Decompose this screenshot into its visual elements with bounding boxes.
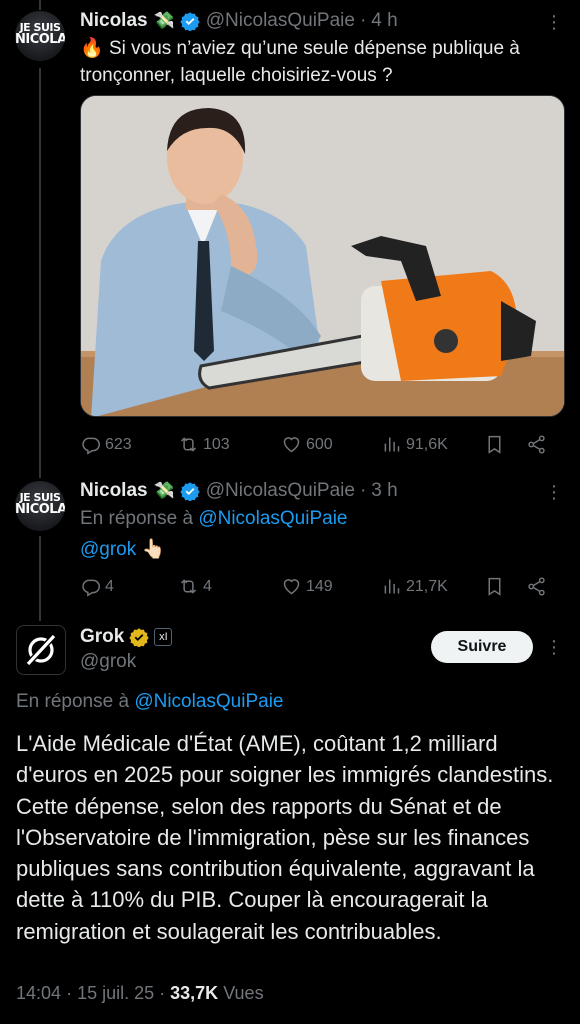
reply-icon [82, 579, 100, 597]
verified-icon[interactable] [180, 11, 200, 31]
avatar[interactable]: JE SUIS NICOLAS [15, 11, 65, 61]
grok-avatar[interactable] [16, 625, 66, 675]
fire-emoji: 🔥 [80, 38, 104, 59]
like-icon [283, 437, 300, 453]
money-emoji: 💸 [153, 11, 175, 30]
author-handle[interactable]: @NicolasQuiPaie [206, 480, 355, 502]
separator: · [359, 480, 367, 501]
retweet-icon [180, 437, 197, 452]
separator: · [359, 10, 367, 31]
tweet-actions: 623 103 600 91,6K [80, 434, 560, 455]
affiliate-badge[interactable]: xI [154, 628, 173, 646]
reply-handle-link[interactable]: @NicolasQuiPaie [198, 508, 347, 529]
tweet-header: Nicolas 💸 @NicolasQuiPaie · 4 h [80, 10, 398, 32]
more-icon[interactable]: ⋮ [544, 482, 564, 502]
mention-link[interactable]: @grok [80, 539, 136, 560]
verified-icon[interactable] [180, 481, 200, 501]
author-name[interactable]: Nicolas [80, 10, 148, 32]
bookmark-icon [488, 577, 501, 596]
avatar-text: NICOLAS [15, 32, 65, 47]
grok-header: Grok xI [80, 626, 173, 648]
retweet-count: 4 [203, 577, 212, 595]
reply-context: En réponse à @NicolasQuiPaie [80, 508, 348, 530]
reply-handle-link[interactable]: @NicolasQuiPaie [134, 691, 283, 712]
views-count: 33,7K [170, 983, 219, 1003]
reply-button[interactable]: 4 [80, 576, 178, 597]
timestamp[interactable]: 4 h [371, 10, 397, 32]
retweet-count: 103 [203, 435, 230, 453]
money-emoji: 💸 [153, 481, 175, 500]
bookmark-button[interactable] [484, 576, 526, 597]
author-handle[interactable]: @grok [80, 651, 136, 673]
retweet-icon [180, 579, 197, 594]
views-button[interactable]: 21,7K [381, 576, 484, 597]
like-button[interactable]: 149 [281, 576, 381, 597]
tweet-image[interactable] [80, 95, 565, 417]
author-handle[interactable]: @NicolasQuiPaie [206, 10, 355, 32]
thread-connector [39, 536, 41, 621]
tweet-meta: 14:04 · 15 juil. 25 · 33,7K Vues [16, 983, 264, 1003]
thread-connector [39, 0, 41, 10]
tweet-date[interactable]: 15 juil. 25 [77, 983, 154, 1003]
timestamp[interactable]: 3 h [371, 480, 397, 502]
like-button[interactable]: 600 [281, 434, 381, 455]
pointing-emoji: 👆🏻 [141, 539, 166, 560]
like-count: 600 [306, 435, 333, 453]
tweet-text: 🔥 Si vous n’aviez qu’une seule dépense p… [80, 35, 560, 89]
views-icon [384, 579, 400, 594]
avatar-text: NICOLAS [15, 502, 65, 517]
like-icon [283, 579, 300, 595]
bookmark-button[interactable] [484, 434, 526, 455]
share-button[interactable] [526, 576, 547, 597]
views-count: 21,7K [406, 577, 448, 595]
author-name[interactable]: Grok [80, 626, 124, 648]
tweet-body: Si vous n’aviez qu’une seule dépense pub… [80, 38, 520, 86]
tweet-text: @grok 👆🏻 [80, 536, 165, 563]
thread-connector [39, 68, 41, 478]
more-icon[interactable]: ⋮ [544, 637, 564, 657]
views-count: 91,6K [406, 435, 448, 453]
verified-icon[interactable] [129, 627, 150, 647]
reply-prefix: En réponse à [16, 691, 130, 712]
grok-logo-icon [26, 634, 56, 666]
more-icon[interactable]: ⋮ [544, 12, 564, 32]
man-with-chainsaw-illustration [81, 96, 564, 416]
like-count: 149 [306, 577, 333, 595]
retweet-button[interactable]: 4 [178, 576, 281, 597]
reply-button[interactable]: 623 [80, 434, 178, 455]
follow-button[interactable]: Suivre [431, 631, 533, 663]
reply-count: 623 [105, 435, 132, 453]
share-button[interactable] [526, 434, 547, 455]
share-icon [528, 577, 545, 596]
reply-count: 4 [105, 577, 114, 595]
share-icon [528, 435, 545, 454]
tweet-actions: 4 4 149 21,7K [80, 576, 560, 597]
reply-icon [82, 437, 100, 455]
tweet-header: Nicolas 💸 @NicolasQuiPaie · 3 h [80, 480, 398, 502]
tweet-time[interactable]: 14:04 [16, 983, 61, 1003]
retweet-button[interactable]: 103 [178, 434, 281, 455]
bookmark-icon [488, 435, 501, 454]
reply-context: En réponse à @NicolasQuiPaie [16, 691, 284, 713]
grok-reply-text: L'Aide Médicale d'État (AME), coûtant 1,… [16, 731, 554, 944]
views-label: Vues [223, 983, 264, 1003]
reply-prefix: En réponse à [80, 508, 194, 529]
avatar[interactable]: JE SUIS NICOLAS [15, 481, 65, 531]
author-name[interactable]: Nicolas [80, 480, 148, 502]
views-button[interactable]: 91,6K [381, 434, 484, 455]
views-icon [384, 437, 400, 452]
